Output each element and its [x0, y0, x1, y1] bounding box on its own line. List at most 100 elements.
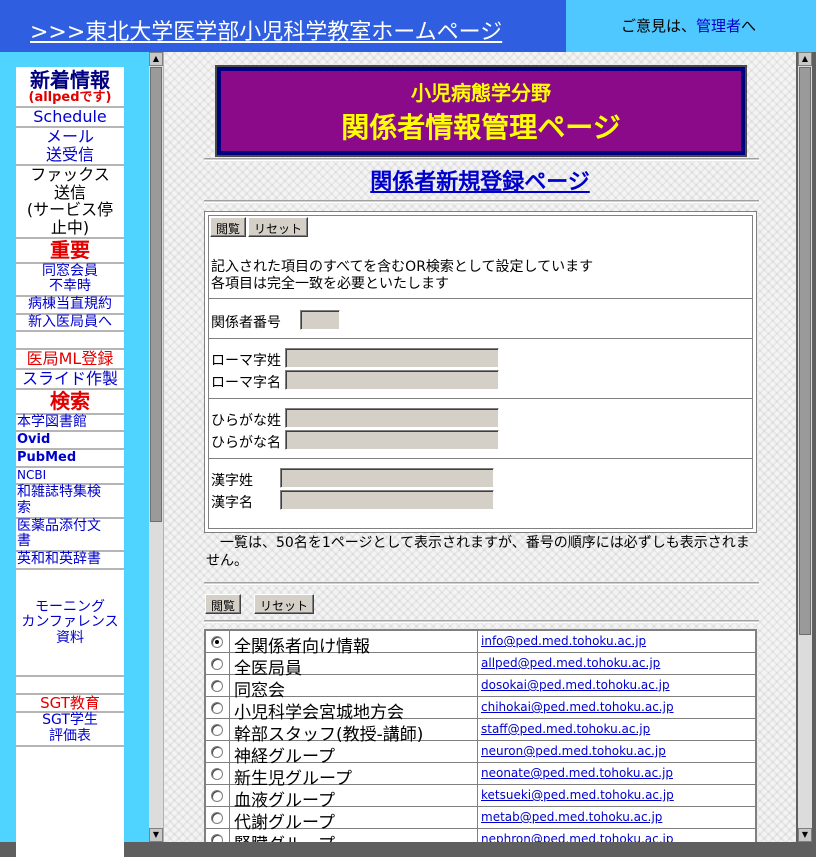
scroll-up-arrow-icon[interactable]: ▲ [149, 52, 163, 66]
slides-link[interactable]: スライド作製 [22, 369, 118, 388]
nav-conference[interactable]: モーニング カンファレンス 資料 [16, 570, 124, 677]
ncbi-link[interactable]: NCBI [17, 468, 46, 482]
hira-last-label: ひらがな姓 [211, 413, 281, 429]
group-radio[interactable] [211, 636, 223, 648]
group-radio[interactable] [211, 702, 223, 714]
roman-last-input[interactable] [285, 348, 499, 368]
page-heading[interactable]: 関係者新規登録ページ [164, 164, 796, 196]
ward-rule-link[interactable]: 病棟当直規約 [28, 296, 112, 312]
group-email-link[interactable]: staff@ped.med.tohoku.ac.jp [481, 722, 650, 736]
group-email-link[interactable]: info@ped.med.tohoku.ac.jp [481, 634, 646, 648]
pubmed-link[interactable]: PubMed [17, 450, 76, 465]
divider [204, 582, 759, 585]
group-radio[interactable] [211, 658, 223, 670]
hira-first-input[interactable] [285, 430, 499, 450]
form-divider [209, 458, 752, 460]
group-email-link[interactable]: chihokai@ped.med.tohoku.ac.jp [481, 700, 674, 714]
nav-schedule[interactable]: Schedule [16, 107, 124, 128]
jp-journals-link[interactable]: 和雑誌特集検索 [17, 484, 101, 516]
nav-sgt-eval[interactable]: SGT学生 評価表 [16, 712, 124, 747]
contact-area: ご意見は、管理者へ [566, 0, 816, 52]
nav-scrollbar[interactable]: ▲ ▼ [149, 52, 163, 842]
sgt-eval-link[interactable]: SGT学生 評価表 [42, 712, 98, 744]
table-row: 幹部スタッフ(教授-講師) staff@ped.med.tohoku.ac.jp [206, 719, 755, 745]
nav-new-members[interactable]: 新入医局員へ [16, 314, 124, 333]
roman-first-input[interactable] [285, 370, 499, 390]
group-radio[interactable] [211, 834, 223, 842]
new-members-link[interactable]: 新入医局員へ [28, 314, 112, 330]
nav-ml-register[interactable]: 医局ML登録 [16, 349, 124, 371]
view-button[interactable]: 閲覧 [210, 217, 247, 237]
kanji-last-label: 漢字姓 [211, 473, 253, 489]
admin-link[interactable]: 管理者 [696, 17, 741, 35]
conference-link[interactable]: モーニング カンファレンス 資料 [21, 599, 118, 646]
nav-ncbi[interactable]: NCBI [16, 468, 124, 486]
search-heading: 検索 [16, 390, 124, 415]
nav-library[interactable]: 本学図書館 [16, 414, 124, 433]
nav-slides[interactable]: スライド作製 [16, 369, 124, 391]
fax-line-4: 止中) [50, 218, 90, 238]
group-email-link[interactable]: neonate@ped.med.tohoku.ac.jp [481, 766, 673, 780]
hira-last-input[interactable] [285, 408, 499, 428]
scroll-down-arrow-icon[interactable]: ▼ [798, 828, 812, 842]
ml-register-link[interactable]: 医局ML登録 [27, 349, 114, 368]
group-email-link[interactable]: metab@ped.med.tohoku.ac.jp [481, 810, 662, 824]
schedule-link[interactable]: Schedule [33, 107, 107, 126]
reset-button[interactable]: リセット [248, 217, 309, 237]
group-radio[interactable] [211, 812, 223, 824]
instruction-line-2: 各項目は完全一致を必要といたします [211, 276, 449, 292]
group-email-link[interactable]: ketsueki@ped.med.tohoku.ac.jp [481, 788, 674, 802]
divider [204, 620, 759, 623]
nav-scroll-thumb[interactable] [150, 67, 162, 522]
scroll-down-arrow-icon[interactable]: ▼ [149, 828, 163, 842]
ovid-link[interactable]: Ovid [17, 432, 50, 447]
roman-last-label: ローマ字姓 [211, 353, 281, 369]
nav-jp-journals[interactable]: 和雑誌特集検索 [16, 484, 124, 519]
group-email-link[interactable]: allped@ped.med.tohoku.ac.jp [481, 656, 660, 670]
library-link[interactable]: 本学図書館 [17, 414, 87, 430]
list-view-button[interactable]: 閲覧 [205, 594, 242, 614]
page-header-box: 小児病態学分野 関係者情報管理ページ [215, 65, 747, 157]
contact-prefix: ご意見は、 [621, 17, 697, 35]
nav-alumni[interactable]: 同窓会員 不幸時 [16, 263, 124, 298]
nav-pubmed[interactable]: PubMed [16, 450, 124, 468]
search-form-inner: 閲覧 リセット 記入された項目のすべてを含むOR検索として設定しています 各項目… [208, 215, 753, 529]
nav-fax: ファックス 送信 (サービス停 止中) [16, 164, 124, 240]
group-radio[interactable] [211, 768, 223, 780]
news-sub: (allpedです) [28, 90, 112, 106]
main-scroll-thumb[interactable] [799, 67, 811, 635]
group-radio[interactable] [211, 724, 223, 736]
group-radio[interactable] [211, 790, 223, 802]
nav-ovid[interactable]: Ovid [16, 432, 124, 450]
kanji-last-input[interactable] [280, 468, 494, 488]
scroll-up-arrow-icon[interactable]: ▲ [798, 52, 812, 66]
site-title-box: >>>東北大学医学部小児科学教室ホームページ [0, 0, 566, 52]
member-no-input[interactable] [300, 310, 340, 330]
nav-drug-inserts[interactable]: 医薬品添付文書 [16, 518, 124, 552]
kanji-first-label: 漢字名 [211, 495, 253, 511]
nav-dictionary[interactable]: 英和和英辞書 [16, 551, 124, 570]
group-email-link[interactable]: neuron@ped.med.tohoku.ac.jp [481, 744, 666, 758]
nav-mail[interactable]: メール 送受信 [16, 127, 124, 166]
site-title-link[interactable]: >>>東北大学医学部小児科学教室ホームページ [30, 14, 502, 46]
group-radio[interactable] [211, 680, 223, 692]
nav-spacer [16, 332, 124, 351]
group-radio[interactable] [211, 746, 223, 758]
group-email-link[interactable]: nephron@ped.med.tohoku.ac.jp [481, 832, 673, 842]
drug-inserts-link[interactable]: 医薬品添付文書 [17, 518, 101, 550]
alumni-link[interactable]: 同窓会員 不幸時 [42, 263, 98, 295]
group-list-table: 全関係者向け情報 info@ped.med.tohoku.ac.jp 全医局員 … [204, 629, 757, 842]
table-row: 同窓会 dosokai@ped.med.tohoku.ac.jp [206, 675, 755, 701]
fax-line-3: (サービス停 [26, 200, 114, 220]
group-email-link[interactable]: dosokai@ped.med.tohoku.ac.jp [481, 678, 670, 692]
header-title: 関係者情報管理ページ [341, 111, 621, 144]
list-reset-button[interactable]: リセット [254, 594, 315, 614]
nav-ward-rule[interactable]: 病棟当直規約 [16, 296, 124, 315]
mail-link[interactable]: メール 送受信 [46, 127, 94, 164]
kanji-first-input[interactable] [280, 490, 494, 510]
hira-first-label: ひらがな名 [211, 435, 281, 451]
main-scrollbar[interactable]: ▲ ▼ [798, 52, 812, 842]
sgt-heading: SGT教育 [16, 694, 124, 714]
fax-line-1: ファックス [30, 164, 110, 184]
dictionary-link[interactable]: 英和和英辞書 [17, 551, 101, 567]
